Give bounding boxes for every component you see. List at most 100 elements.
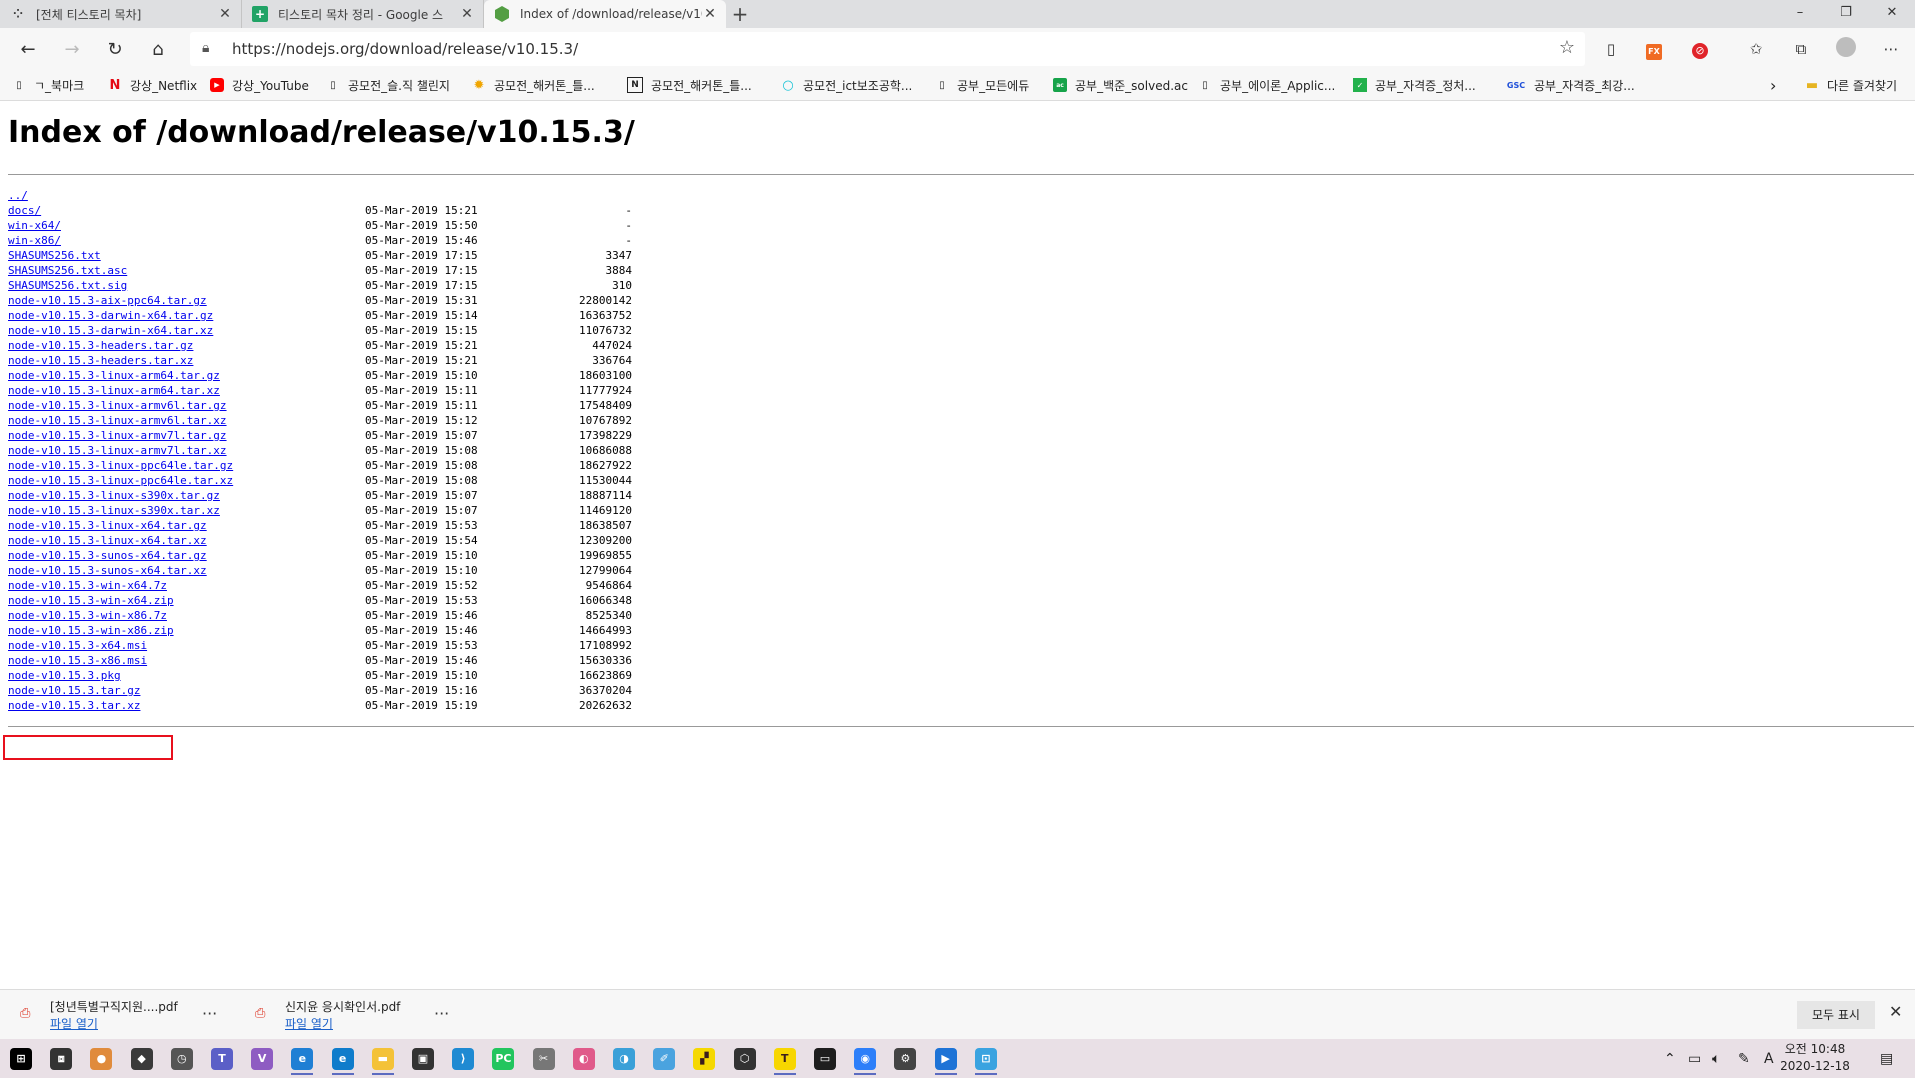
favorite-item[interactable]: GSC 공부_자격증_최강... <box>1506 70 1635 100</box>
favorite-item[interactable]: ac 공부_백준_solved.ac <box>1053 70 1188 100</box>
file-link[interactable]: node-v10.15.3-linux-s390x.tar.xz <box>8 503 220 518</box>
battery-icon[interactable]: ▭ <box>1688 1039 1701 1078</box>
file-link[interactable]: node-v10.15.3-linux-arm64.tar.xz <box>8 383 220 398</box>
taskbar-app[interactable]: ⧈ <box>44 1042 78 1075</box>
show-all-downloads-button[interactable]: 모두 표시 <box>1797 1001 1875 1029</box>
minimize-button[interactable]: – <box>1777 0 1823 28</box>
taskbar-app[interactable]: T <box>768 1042 802 1075</box>
file-link[interactable]: node-v10.15.3-linux-armv6l.tar.xz <box>8 413 227 428</box>
file-link[interactable]: node-v10.15.3-linux-armv6l.tar.gz <box>8 398 227 413</box>
taskbar-app[interactable]: ▭ <box>808 1042 842 1075</box>
tab-nodejs-index[interactable]: Index of /download/release/v10 ✕ <box>484 0 726 28</box>
file-link[interactable]: node-v10.15.3-x86.msi <box>8 653 147 668</box>
profile-avatar-icon[interactable] <box>1834 37 1858 61</box>
taskbar-app[interactable]: ▶ <box>929 1042 963 1075</box>
taskbar-app[interactable]: ✂ <box>527 1042 561 1075</box>
tab-close-icon[interactable]: ✕ <box>217 6 233 22</box>
new-tab-button[interactable]: + <box>728 2 752 26</box>
taskbar-app[interactable]: ⊞ <box>4 1042 38 1075</box>
favorite-star-icon[interactable]: ☆ <box>1559 37 1575 58</box>
extension-fx-icon[interactable]: FX <box>1642 37 1666 61</box>
taskbar-app[interactable]: e <box>326 1042 360 1075</box>
file-link[interactable]: node-v10.15.3-linux-armv7l.tar.gz <box>8 428 227 443</box>
file-link[interactable]: SHASUMS256.txt <box>8 248 101 263</box>
open-file-link[interactable]: 파일 열기 <box>50 1015 98 1032</box>
file-link[interactable]: node-v10.15.3-headers.tar.gz <box>8 338 193 353</box>
download-more-icon[interactable]: ··· <box>434 1004 449 1023</box>
favorite-item[interactable]: ▯ 공부_모든에듀 <box>935 70 1029 100</box>
download-item[interactable]: ⎙ 신지윤 응시확인서.pdf 파일 열기 ··· <box>235 990 470 1040</box>
file-link[interactable]: node-v10.15.3-sunos-x64.tar.xz <box>8 563 207 578</box>
file-link[interactable]: node-v10.15.3-linux-ppc64le.tar.xz <box>8 473 233 488</box>
file-link[interactable]: node-v10.15.3.tar.gz <box>8 683 140 698</box>
file-link[interactable]: node-v10.15.3-linux-s390x.tar.gz <box>8 488 220 503</box>
file-link[interactable]: node-v10.15.3-darwin-x64.tar.gz <box>8 308 213 323</box>
pen-icon[interactable]: ✎ <box>1738 1039 1750 1078</box>
file-link[interactable]: node-v10.15.3-linux-arm64.tar.gz <box>8 368 220 383</box>
taskbar-app[interactable]: ⚙ <box>888 1042 922 1075</box>
taskbar-app[interactable]: ▞ <box>687 1042 721 1075</box>
favorite-item[interactable]: N 강상_Netflix <box>108 70 198 100</box>
taskbar-app[interactable]: ✐ <box>647 1042 681 1075</box>
tab-close-icon[interactable]: ✕ <box>702 6 718 22</box>
file-link[interactable]: node-v10.15.3-headers.tar.xz <box>8 353 193 368</box>
file-link[interactable]: node-v10.15.3-linux-x64.tar.gz <box>8 518 207 533</box>
file-link[interactable]: node-v10.15.3-darwin-x64.tar.xz <box>8 323 213 338</box>
file-link[interactable]: win-x64/ <box>8 218 61 233</box>
tab-tistory-index[interactable]: ⁘ [전체 티스토리 목차] ✕ <box>0 0 242 28</box>
open-file-link[interactable]: 파일 열기 <box>285 1015 333 1032</box>
taskbar-app[interactable]: ⊡ <box>969 1042 1003 1075</box>
file-link[interactable]: node-v10.15.3-sunos-x64.tar.gz <box>8 548 207 563</box>
close-shelf-icon[interactable]: ✕ <box>1889 1002 1902 1021</box>
tab-close-icon[interactable]: ✕ <box>459 6 475 22</box>
taskbar-app[interactable]: ▣ <box>406 1042 440 1075</box>
download-more-icon[interactable]: ··· <box>202 1004 217 1023</box>
clock[interactable]: 오전 10:48 2020-12-18 <box>1780 1041 1850 1075</box>
settings-more-icon[interactable]: ⋯ <box>1879 37 1903 61</box>
url-text[interactable]: https://nodejs.org/download/release/v10.… <box>232 32 578 66</box>
file-link[interactable]: node-v10.15.3-win-x64.zip <box>8 593 174 608</box>
file-link[interactable]: docs/ <box>8 203 41 218</box>
volume-icon[interactable]: 🔈︎ <box>1712 1039 1720 1078</box>
file-link[interactable]: node-v10.15.3-x64.msi <box>8 638 147 653</box>
file-link[interactable]: SHASUMS256.txt.sig <box>8 278 127 293</box>
file-link[interactable]: node-v10.15.3.pkg <box>8 668 121 683</box>
file-link[interactable]: node-v10.15.3-win-x86.zip <box>8 623 174 638</box>
taskbar-app[interactable]: PC <box>486 1042 520 1075</box>
favorites-overflow-chevron-icon[interactable]: › <box>1770 70 1776 100</box>
taskbar-app[interactable]: ● <box>84 1042 118 1075</box>
file-link[interactable]: node-v10.15.3-win-x86.7z <box>8 608 167 623</box>
taskbar-app[interactable]: ◉ <box>848 1042 882 1075</box>
favorites-list-icon[interactable]: ✩ <box>1744 37 1768 61</box>
file-link[interactable]: node-v10.15.3-win-x64.7z <box>8 578 167 593</box>
extension-block-icon[interactable]: ⊘ <box>1688 37 1712 61</box>
lock-icon[interactable]: 🔒︎ <box>202 40 209 56</box>
forward-icon[interactable]: → <box>58 36 86 64</box>
refresh-icon[interactable]: ↻ <box>101 36 129 64</box>
taskbar-app[interactable]: ◐ <box>567 1042 601 1075</box>
address-bar[interactable]: 🔒︎ https://nodejs.org/download/release/v… <box>190 32 1585 66</box>
favorite-item[interactable]: ○ 공모전_ict보조공학... <box>781 70 912 100</box>
taskbar-app[interactable]: V <box>245 1042 279 1075</box>
other-favorites[interactable]: ▬ 다른 즐겨찾기 <box>1805 70 1897 100</box>
favorite-item[interactable]: ▶ 강상_YouTube <box>210 70 309 100</box>
taskbar-app[interactable]: ▬ <box>366 1042 400 1075</box>
file-link[interactable]: node-v10.15.3-linux-x64.tar.xz <box>8 533 207 548</box>
collections-icon[interactable]: ⧉ <box>1789 37 1813 61</box>
taskbar-app[interactable]: e <box>285 1042 319 1075</box>
tray-chevron-icon[interactable]: ⌃ <box>1664 1039 1676 1078</box>
file-link[interactable]: ../ <box>8 188 28 203</box>
tab-google-sheets[interactable]: + 티스토리 목차 정리 - Google 스 ✕ <box>242 0 484 28</box>
taskbar-app[interactable]: ◑ <box>607 1042 641 1075</box>
taskbar-app[interactable]: ◷ <box>165 1042 199 1075</box>
file-link[interactable]: node-v10.15.3-linux-armv7l.tar.xz <box>8 443 227 458</box>
restore-button[interactable]: ❐ <box>1823 0 1869 28</box>
taskbar-app[interactable]: ⟩ <box>446 1042 480 1075</box>
file-link[interactable]: node-v10.15.3-aix-ppc64.tar.gz <box>8 293 207 308</box>
favorite-item[interactable]: ▯ 공부_에이론_Applic... <box>1198 70 1335 100</box>
file-link[interactable]: node-v10.15.3-linux-ppc64le.tar.gz <box>8 458 233 473</box>
download-item[interactable]: ⎙ [청년특별구직지원....pdf 파일 열기 ··· <box>0 990 235 1040</box>
favorite-item[interactable]: ✓ 공부_자격증_정처... <box>1353 70 1476 100</box>
ime-indicator[interactable]: A <box>1764 1039 1774 1078</box>
taskbar-app[interactable]: ⬡ <box>728 1042 762 1075</box>
